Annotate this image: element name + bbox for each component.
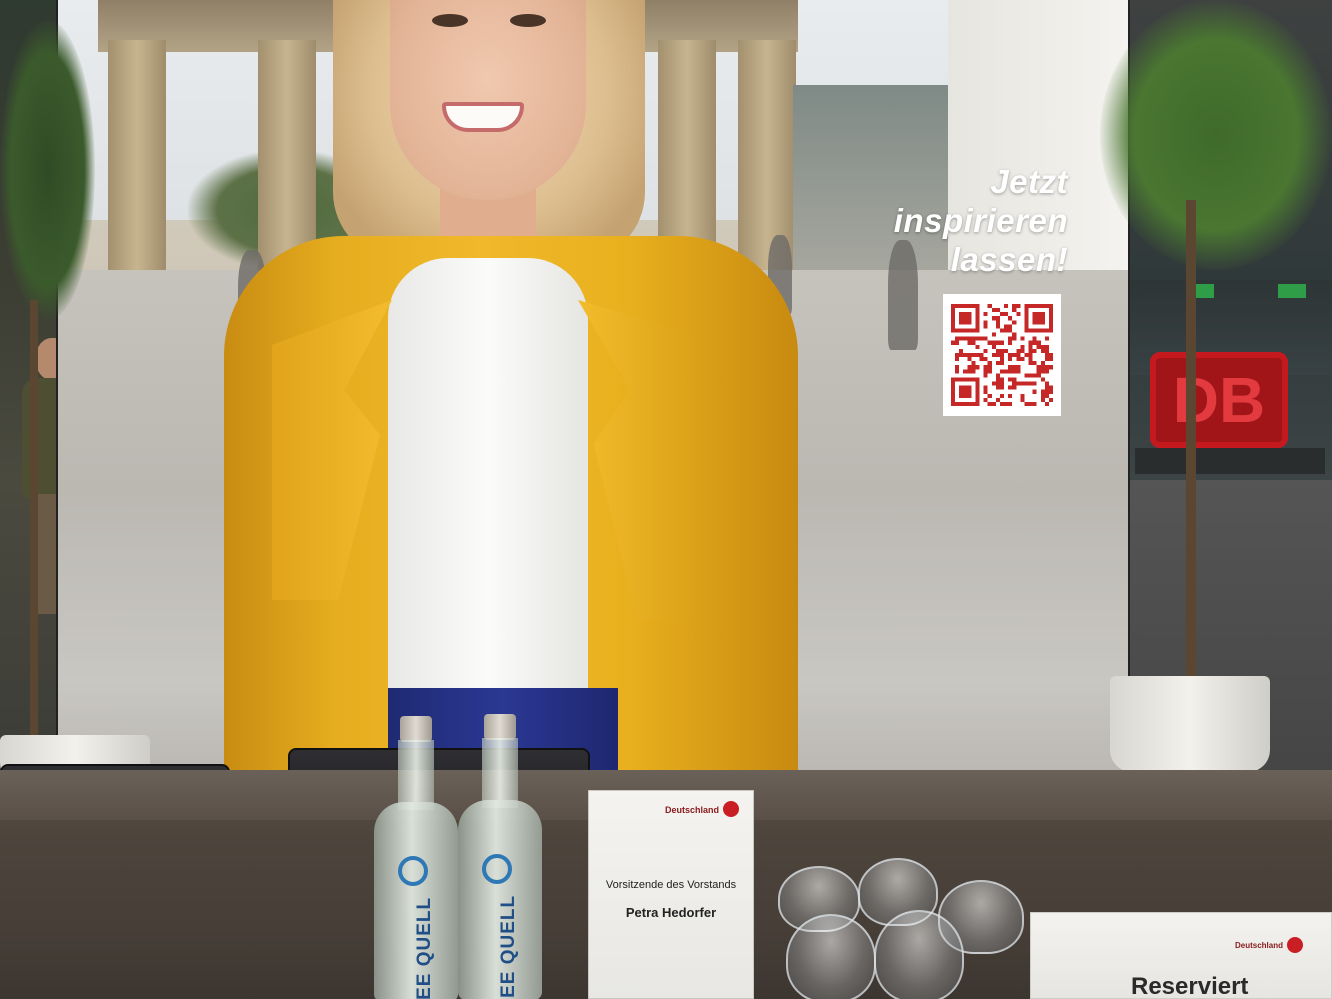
- water-bottle: SPREE QUELL: [458, 714, 542, 999]
- plant-trunk-left: [30, 300, 38, 770]
- bottle-neck: [398, 740, 434, 810]
- bottle-neck: [482, 738, 518, 808]
- drinking-glass: [786, 914, 876, 999]
- cta-line: inspirieren: [893, 202, 1068, 239]
- card-role: Vorsitzende des Vorstands: [605, 879, 737, 891]
- plant-pot-right: [1110, 676, 1270, 772]
- plant-foliage-right: [1100, 0, 1332, 270]
- woman-face: [390, 0, 586, 200]
- qr-code-icon[interactable]: [943, 294, 1061, 416]
- name-card: Deutschland Vorsitzende des Vorstands Pe…: [588, 790, 754, 999]
- deutschland-logo-icon: [1287, 937, 1303, 953]
- photo-scene: DB Jetzt inspirieren lassen! SPREE QUELL…: [0, 0, 1332, 999]
- drinking-glass: [874, 910, 964, 999]
- gate-column: [108, 40, 166, 300]
- poster-call-to-action: Jetzt inspirieren lassen!: [858, 162, 1068, 279]
- plant-foliage-left: [0, 20, 95, 320]
- bottle-brand-label: SPREE QUELL: [414, 896, 435, 999]
- reserved-card-brand: Deutschland: [1234, 941, 1283, 950]
- bottle-brand-label: SPREE QUELL: [498, 894, 519, 999]
- qr-code-graphic: [951, 304, 1053, 406]
- bottle-cap: [400, 716, 432, 742]
- white-shirt: [388, 258, 588, 708]
- db-logo-icon: DB: [1150, 352, 1288, 448]
- card-brand: Deutschland: [664, 805, 719, 815]
- plant-trunk-right: [1186, 200, 1196, 720]
- cta-line: Jetzt: [990, 163, 1068, 200]
- db-logo-base: [1135, 448, 1325, 474]
- bottle-cap: [484, 714, 516, 740]
- deutschland-logo-icon: [723, 801, 739, 817]
- woman-eye: [432, 14, 468, 27]
- card-name: Petra Hedorfer: [625, 905, 717, 920]
- reserved-card: Deutschland Reserviert: [1030, 912, 1332, 999]
- exit-sign-icon: [1278, 284, 1306, 298]
- reserved-label: Reserviert: [1131, 973, 1249, 999]
- cta-line: lassen!: [950, 241, 1068, 278]
- woman-smile: [442, 102, 524, 132]
- water-bottle: SPREE QUELL: [374, 716, 458, 999]
- woman-eye: [510, 14, 546, 27]
- advertising-poster: Jetzt inspirieren lassen!: [58, 0, 1128, 820]
